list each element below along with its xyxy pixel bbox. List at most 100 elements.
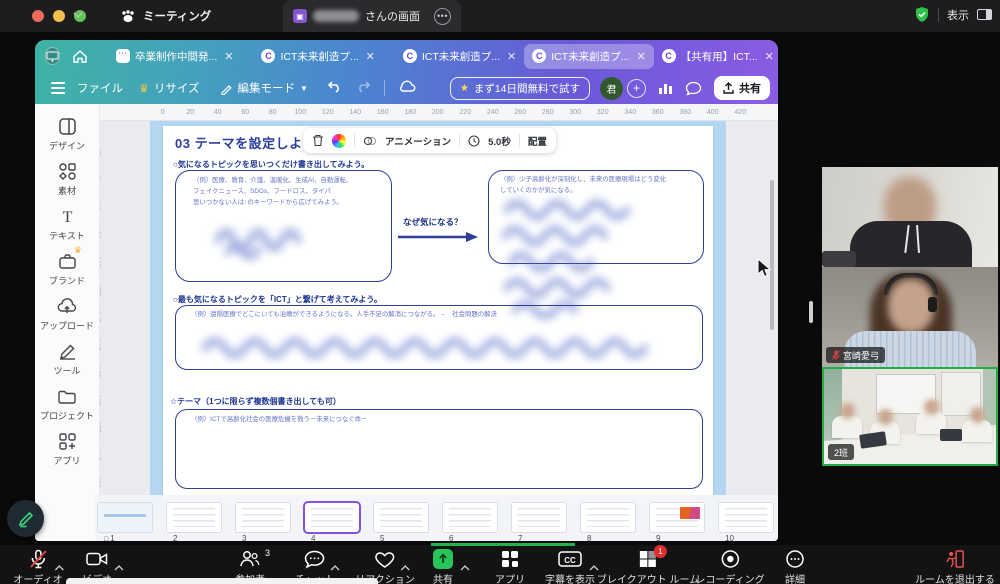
duration-button[interactable]: 5.0秒 bbox=[488, 134, 511, 148]
blurred-handwriting bbox=[208, 218, 338, 265]
slide-thumbnail[interactable]: 4 bbox=[305, 495, 359, 541]
chevron-up-icon[interactable] bbox=[460, 558, 470, 576]
chevron-up-icon[interactable] bbox=[401, 558, 411, 576]
close-icon[interactable]: ✕ bbox=[765, 50, 774, 63]
slide-preview[interactable] bbox=[581, 503, 635, 532]
sidebar-item-projects[interactable]: プロジェクト bbox=[38, 386, 96, 422]
record-icon bbox=[720, 549, 740, 569]
more-button[interactable]: 詳細 bbox=[785, 548, 805, 584]
participant-video-1[interactable] bbox=[822, 167, 998, 267]
slide-preview[interactable] bbox=[512, 503, 566, 532]
chevron-up-icon[interactable] bbox=[114, 558, 124, 576]
slide-preview[interactable] bbox=[98, 503, 152, 532]
view-layout-icon[interactable] bbox=[977, 9, 992, 20]
security-shield-icon[interactable] bbox=[914, 6, 930, 23]
slide-thumbnail[interactable]: 1 bbox=[98, 495, 152, 541]
slide-preview[interactable] bbox=[374, 503, 428, 532]
slide-preview[interactable] bbox=[719, 503, 773, 532]
avatar[interactable]: 君 bbox=[600, 77, 623, 100]
close-icon[interactable]: ✕ bbox=[224, 50, 233, 63]
shared-screen-tab[interactable]: ▣ さんの画面 ••• bbox=[283, 0, 461, 32]
view-button[interactable]: 表示 bbox=[947, 7, 969, 23]
comments-icon[interactable] bbox=[685, 81, 702, 96]
participant-video-2[interactable]: 宮崎愛弓 bbox=[822, 267, 998, 367]
clock-icon[interactable] bbox=[468, 135, 480, 147]
design-page[interactable]: 03 テーマを設定しよう アニメーション 5.0秒 配置 ○気になるトピックを思… bbox=[163, 126, 713, 506]
captions-button[interactable]: CC 字幕を表示 bbox=[545, 548, 595, 584]
canva-tab-1[interactable]: 卒業制作中間発... ✕ bbox=[108, 44, 241, 69]
close-icon[interactable]: ✕ bbox=[636, 50, 645, 63]
crown-icon: ♛ bbox=[139, 82, 149, 95]
slide-thumbnail[interactable]: 10 bbox=[719, 495, 773, 541]
slide-thumbnail[interactable]: 6 bbox=[443, 495, 497, 541]
file-menu-button[interactable]: ファイル bbox=[77, 80, 123, 96]
slide-preview[interactable] bbox=[305, 503, 359, 532]
close-icon[interactable]: ✕ bbox=[366, 50, 375, 63]
leave-room-button[interactable]: ルームを退出する bbox=[915, 548, 995, 584]
animate-icon[interactable] bbox=[363, 135, 377, 147]
chevron-down-icon[interactable] bbox=[73, 12, 83, 19]
slide-preview[interactable] bbox=[650, 503, 704, 532]
edit-mode-button[interactable]: 編集モード▼ bbox=[220, 80, 308, 96]
canva-tab-5[interactable]: C 【共有用】ICT... ✕ bbox=[654, 44, 778, 69]
arrange-button[interactable]: 配置 bbox=[528, 134, 547, 148]
page-title[interactable]: 03 テーマを設定しよう bbox=[175, 133, 316, 152]
slide-thumbnail[interactable]: 7 bbox=[512, 495, 566, 541]
panel-resize-handle[interactable] bbox=[809, 301, 813, 323]
chevron-down-icon: ▼ bbox=[300, 84, 308, 93]
sidebar-item-tools[interactable]: ツール bbox=[38, 341, 96, 377]
breakout-rooms-button[interactable]: 1 ブレイクアウト ルーム bbox=[597, 548, 699, 584]
canva-sidebar: デザイン 素材 T テキスト ♛ ブランド アップロード ツール bbox=[35, 104, 100, 541]
participant-video-3-active[interactable]: 2班 bbox=[822, 367, 998, 466]
vertical-scrollbar[interactable] bbox=[770, 180, 774, 330]
animate-button[interactable]: アニメーション bbox=[385, 134, 451, 148]
add-member-button[interactable]: + bbox=[627, 79, 646, 98]
tab-more-icon[interactable]: ••• bbox=[434, 8, 451, 25]
sidebar-item-elements[interactable]: 素材 bbox=[38, 161, 96, 197]
trash-icon[interactable] bbox=[312, 134, 324, 147]
meeting-title: ミーティング bbox=[120, 8, 211, 24]
mouse-cursor bbox=[757, 258, 772, 279]
slide-preview[interactable] bbox=[236, 503, 290, 532]
slide-thumbnail[interactable]: 2 bbox=[167, 495, 221, 541]
undo-button[interactable] bbox=[326, 79, 342, 98]
slide-preview[interactable] bbox=[167, 503, 221, 532]
slide-filmstrip: 1 2 3 4 5 6 7 bbox=[95, 495, 778, 541]
close-window-button[interactable] bbox=[32, 10, 44, 22]
canva-tab-4-active[interactable]: C ICT未来創造プ... ✕ bbox=[524, 44, 653, 69]
close-icon[interactable]: ✕ bbox=[507, 50, 516, 63]
apps-button[interactable]: アプリ bbox=[495, 548, 525, 584]
slide-thumbnail[interactable]: 3 bbox=[236, 495, 290, 541]
slide-thumbnail[interactable]: 9 bbox=[650, 495, 704, 541]
color-picker-icon[interactable] bbox=[332, 134, 346, 148]
slide-preview[interactable] bbox=[443, 503, 497, 532]
canva-tab-2[interactable]: C ICT未来創造プ... ✕ bbox=[253, 44, 382, 69]
section3-heading: ☆テーマ（1つに限らず複数個書き出しても可） bbox=[170, 396, 341, 407]
sidebar-item-uploads[interactable]: アップロード bbox=[38, 296, 96, 332]
record-button[interactable]: レコーディング bbox=[695, 548, 764, 584]
chevron-up-icon[interactable] bbox=[54, 558, 64, 576]
menu-icon[interactable] bbox=[51, 82, 65, 93]
sidebar-item-apps[interactable]: アプリ bbox=[38, 431, 96, 467]
sidebar-item-text[interactable]: T テキスト bbox=[38, 206, 96, 242]
slide-number: 10 bbox=[719, 534, 773, 541]
slide-thumbnail[interactable]: 8 bbox=[581, 495, 635, 541]
cloud-sync-icon[interactable] bbox=[397, 78, 417, 98]
chevron-up-icon[interactable] bbox=[331, 558, 341, 576]
home-icon[interactable] bbox=[72, 45, 88, 67]
trial-button[interactable]: ★まず14日間無料で試す bbox=[450, 77, 590, 100]
minimize-window-button[interactable] bbox=[53, 10, 65, 22]
canva-icon: C bbox=[403, 49, 417, 63]
insights-chart-icon[interactable] bbox=[658, 81, 673, 95]
sidebar-item-brand[interactable]: ♛ ブランド bbox=[38, 251, 96, 287]
slide-thumbnail[interactable]: 5 bbox=[374, 495, 428, 541]
audio-button[interactable]: オーディオ bbox=[13, 548, 62, 584]
sidebar-item-design[interactable]: デザイン bbox=[38, 116, 96, 152]
annotate-button[interactable] bbox=[7, 500, 44, 537]
redo-button[interactable] bbox=[356, 79, 372, 98]
canva-tab-3[interactable]: C ICT未来創造プ... ✕ bbox=[395, 44, 524, 69]
resize-button[interactable]: ♛リサイズ bbox=[139, 80, 200, 96]
share-screen-button[interactable]: 共有 bbox=[433, 548, 453, 584]
arrow-right bbox=[396, 231, 480, 243]
share-button[interactable]: 共有 bbox=[714, 76, 770, 100]
